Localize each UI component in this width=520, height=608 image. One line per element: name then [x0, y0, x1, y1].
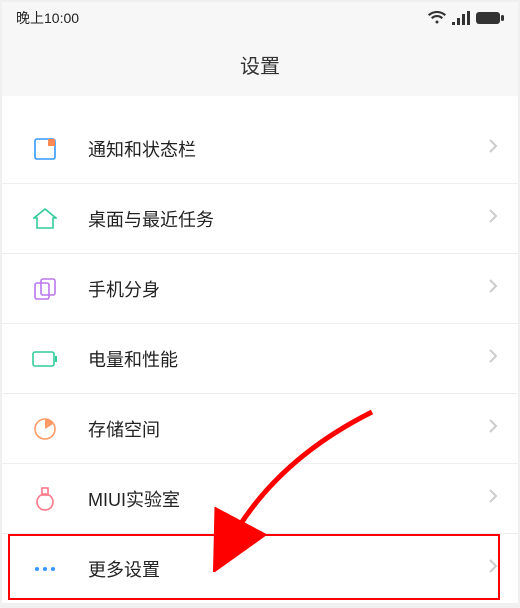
storage-icon — [32, 416, 58, 442]
settings-list: 通知和状态栏 桌面与最近任务 手机分身 — [2, 114, 518, 604]
battery-icon-status — [476, 11, 504, 25]
chevron-right-icon — [488, 558, 498, 579]
battery-perf-icon — [32, 346, 58, 372]
list-item-clone[interactable]: 手机分身 — [2, 254, 518, 324]
list-item-label: 通知和状态栏 — [88, 136, 488, 162]
status-bar: 晚上10:00 — [2, 2, 518, 34]
home-icon — [32, 206, 58, 232]
chevron-right-icon — [488, 488, 498, 509]
chevron-right-icon — [488, 418, 498, 439]
lab-icon — [32, 486, 58, 512]
notification-icon — [32, 136, 58, 162]
page-title: 设置 — [240, 50, 280, 79]
header: 设置 — [2, 34, 518, 96]
list-item-label: 手机分身 — [88, 276, 488, 302]
more-icon — [32, 556, 58, 582]
chevron-right-icon — [488, 138, 498, 159]
list-item-label: 更多设置 — [88, 556, 488, 582]
list-item-storage[interactable]: 存储空间 — [2, 394, 518, 464]
status-indicators — [428, 11, 504, 25]
clone-icon — [32, 276, 58, 302]
list-item-more-settings[interactable]: 更多设置 — [2, 534, 518, 604]
list-item-label: 桌面与最近任务 — [88, 206, 488, 232]
list-item-label: 电量和性能 — [88, 346, 488, 372]
list-item-battery[interactable]: 电量和性能 — [2, 324, 518, 394]
list-item-home[interactable]: 桌面与最近任务 — [2, 184, 518, 254]
chevron-right-icon — [488, 208, 498, 229]
signal-icon — [452, 11, 470, 25]
chevron-right-icon — [488, 278, 498, 299]
list-item-label: MIUI实验室 — [88, 486, 488, 512]
wifi-icon — [428, 11, 446, 25]
list-item-notification[interactable]: 通知和状态栏 — [2, 114, 518, 184]
chevron-right-icon — [488, 348, 498, 369]
status-time: 晚上10:00 — [16, 8, 79, 28]
list-item-label: 存储空间 — [88, 416, 488, 442]
list-item-lab[interactable]: MIUI实验室 — [2, 464, 518, 534]
